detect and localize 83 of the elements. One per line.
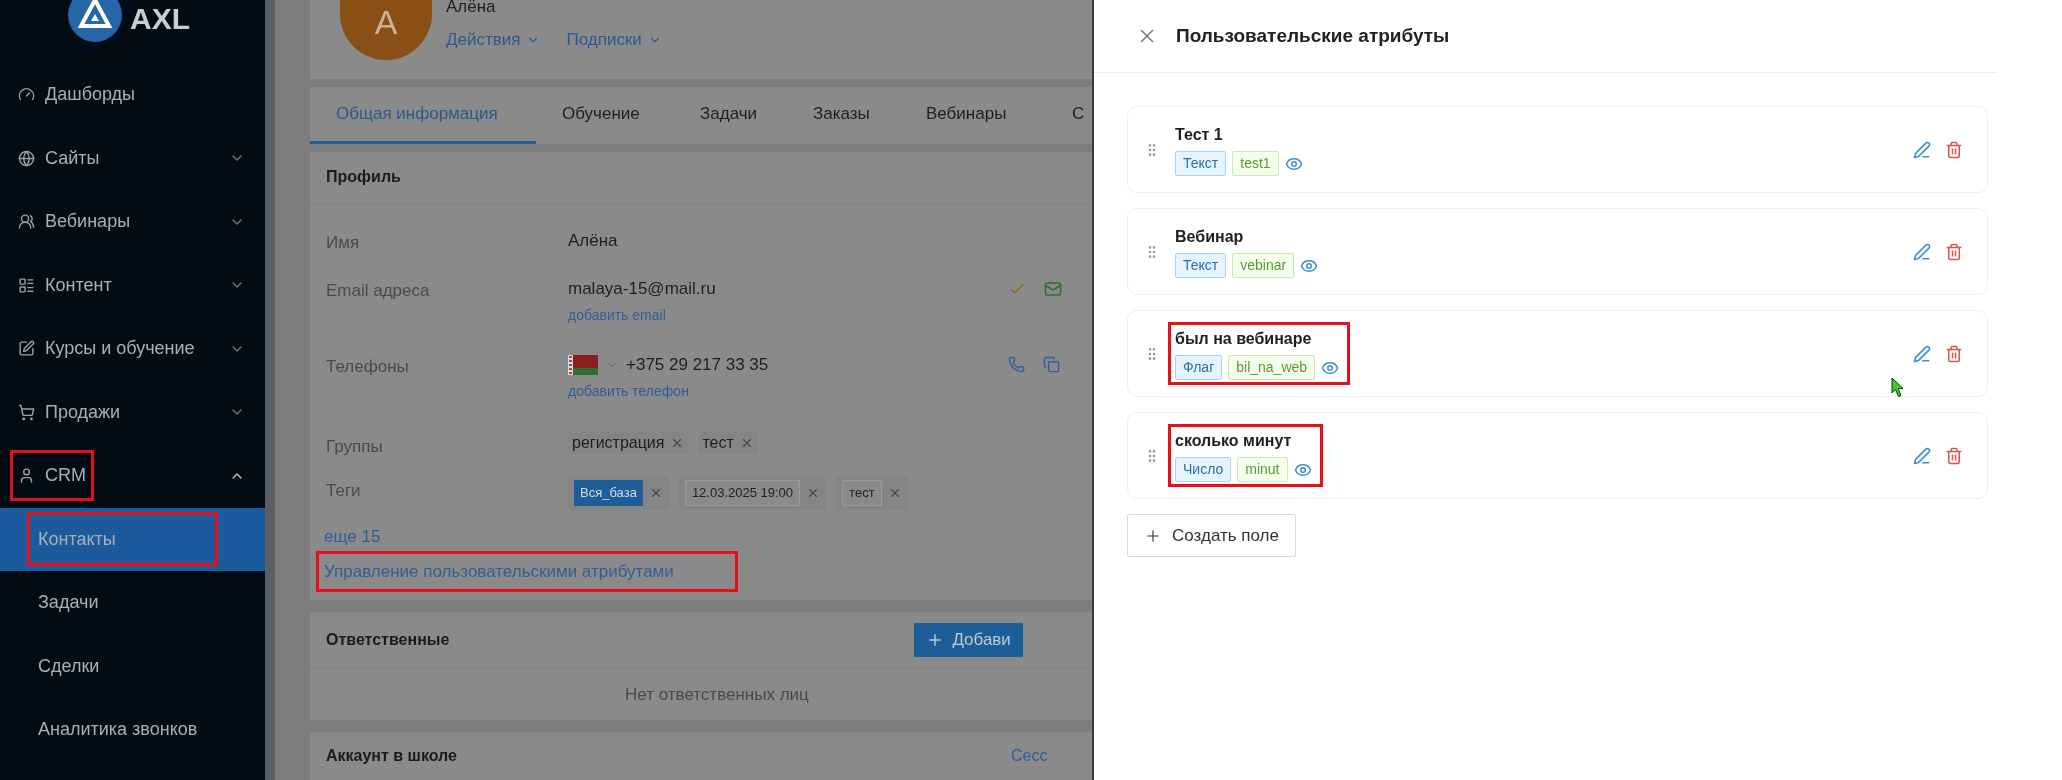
attribute-name: Тест 1 bbox=[1175, 125, 1224, 145]
user-icon bbox=[18, 467, 35, 485]
attribute-name: был на вебинаре bbox=[1175, 329, 1313, 349]
field-label: Email адреса bbox=[326, 279, 431, 302]
sidebar-subitem[interactable]: Контакты bbox=[0, 507, 265, 571]
add-button[interactable]: Добави bbox=[914, 622, 1023, 657]
sidebar-label: CRM bbox=[45, 464, 86, 488]
sidebar-item[interactable]: Сайты bbox=[0, 126, 265, 190]
cursor-icon bbox=[1891, 377, 1905, 398]
delete-icon[interactable] bbox=[1945, 242, 1963, 261]
edit-icon[interactable] bbox=[1913, 446, 1931, 465]
sidebar-subitem[interactable]: Задачи bbox=[0, 571, 265, 635]
code-tag: vebinar bbox=[1232, 253, 1295, 278]
section-title: Профиль bbox=[326, 167, 401, 188]
chip-label: тест bbox=[702, 434, 734, 451]
sidebar-label: Дашборды bbox=[45, 83, 135, 107]
flag-icon bbox=[568, 354, 598, 375]
sidebar-label: Курсы и обучение bbox=[45, 337, 195, 361]
sidebar-label: Вебинары bbox=[45, 210, 131, 234]
logo-icon bbox=[68, 0, 122, 42]
phone-icon[interactable] bbox=[1008, 355, 1025, 373]
list-icon bbox=[18, 276, 35, 294]
sidebar-item[interactable]: Дашборды bbox=[0, 63, 265, 127]
sidebar-label: Аналитика звонков bbox=[38, 718, 198, 742]
tag-label: тест bbox=[842, 480, 882, 506]
sidebar-label: Сделки bbox=[38, 654, 100, 678]
sidebar-subitem[interactable]: Сделки bbox=[0, 634, 265, 698]
sidebar-label: Сайты bbox=[45, 146, 100, 170]
create-field-button[interactable]: Создать поле bbox=[1127, 514, 1296, 557]
sidebar-label: Продажи bbox=[45, 400, 121, 424]
code-tag: bil_na_web bbox=[1228, 355, 1316, 380]
type-tag: Текст bbox=[1175, 253, 1227, 278]
sidebar-item[interactable]: CRM bbox=[0, 444, 265, 508]
copy-icon[interactable] bbox=[1043, 355, 1060, 373]
field-label: Имя bbox=[326, 231, 361, 254]
empty-text: Нет ответственных лиц bbox=[625, 683, 809, 706]
edit-icon[interactable] bbox=[1913, 140, 1931, 159]
people-icon bbox=[18, 213, 35, 231]
tag-label: 12.03.2025 19:00 bbox=[684, 480, 801, 506]
field-value: +375 29 217 33 35 bbox=[626, 353, 769, 376]
sidebar-item[interactable]: Курсы и обучение bbox=[0, 317, 265, 381]
tab[interactable]: С bbox=[1046, 87, 1092, 144]
avatar-letter: A bbox=[374, 5, 398, 39]
code-tag: test1 bbox=[1232, 151, 1279, 176]
type-tag: Число bbox=[1175, 457, 1232, 482]
drawer-title: Пользовательские атрибуты bbox=[1176, 23, 1450, 48]
sidebar-label: Задачи bbox=[38, 591, 99, 615]
field-label: Телефоны bbox=[326, 355, 410, 378]
sidebar-subitem[interactable]: Аналитика звонков bbox=[0, 698, 265, 762]
edit-icon[interactable] bbox=[1913, 344, 1931, 363]
cart-icon bbox=[18, 403, 35, 421]
section-title: Ответственные bbox=[326, 629, 450, 650]
edit-icon[interactable] bbox=[1913, 242, 1931, 261]
mail-icon[interactable] bbox=[1044, 279, 1062, 298]
code-tag: minut bbox=[1237, 457, 1288, 482]
delete-icon[interactable] bbox=[1945, 344, 1963, 363]
type-tag: Флаг bbox=[1175, 355, 1223, 380]
sidebar-label: Контент bbox=[45, 273, 112, 297]
tab[interactable]: Обучение bbox=[536, 87, 674, 144]
tab[interactable]: Вебинары bbox=[900, 87, 1046, 144]
edit-icon bbox=[18, 340, 35, 358]
tab[interactable]: Задачи bbox=[674, 87, 787, 144]
contact-name: Алёна bbox=[446, 0, 497, 15]
scrollbar[interactable] bbox=[265, 0, 275, 780]
sidebar-item[interactable]: Вебинары bbox=[0, 190, 265, 254]
attribute-name: Вебинар bbox=[1175, 227, 1245, 247]
delete-icon[interactable] bbox=[1945, 446, 1963, 465]
delete-icon[interactable] bbox=[1945, 140, 1963, 159]
globe-icon bbox=[18, 149, 35, 167]
chip-label: регистрация bbox=[572, 434, 665, 451]
field-label: Теги bbox=[326, 479, 362, 502]
field-value: Алёна bbox=[568, 230, 618, 250]
sidebar-item[interactable]: Контент bbox=[0, 253, 265, 317]
section-title: Аккаунт в школе bbox=[326, 746, 457, 767]
sidebar-item[interactable]: Продажи bbox=[0, 380, 265, 444]
attribute-name: сколько минут bbox=[1175, 431, 1293, 451]
field-value: malaya-15@mail.ru bbox=[568, 277, 717, 300]
tab[interactable]: Заказы bbox=[787, 87, 900, 144]
logo-text: AXL bbox=[130, 4, 190, 34]
sidebar-label: Контакты bbox=[38, 527, 116, 551]
tag-label: Вся_база bbox=[574, 480, 643, 506]
type-tag: Текст bbox=[1175, 151, 1227, 176]
field-label: Группы bbox=[326, 435, 384, 458]
